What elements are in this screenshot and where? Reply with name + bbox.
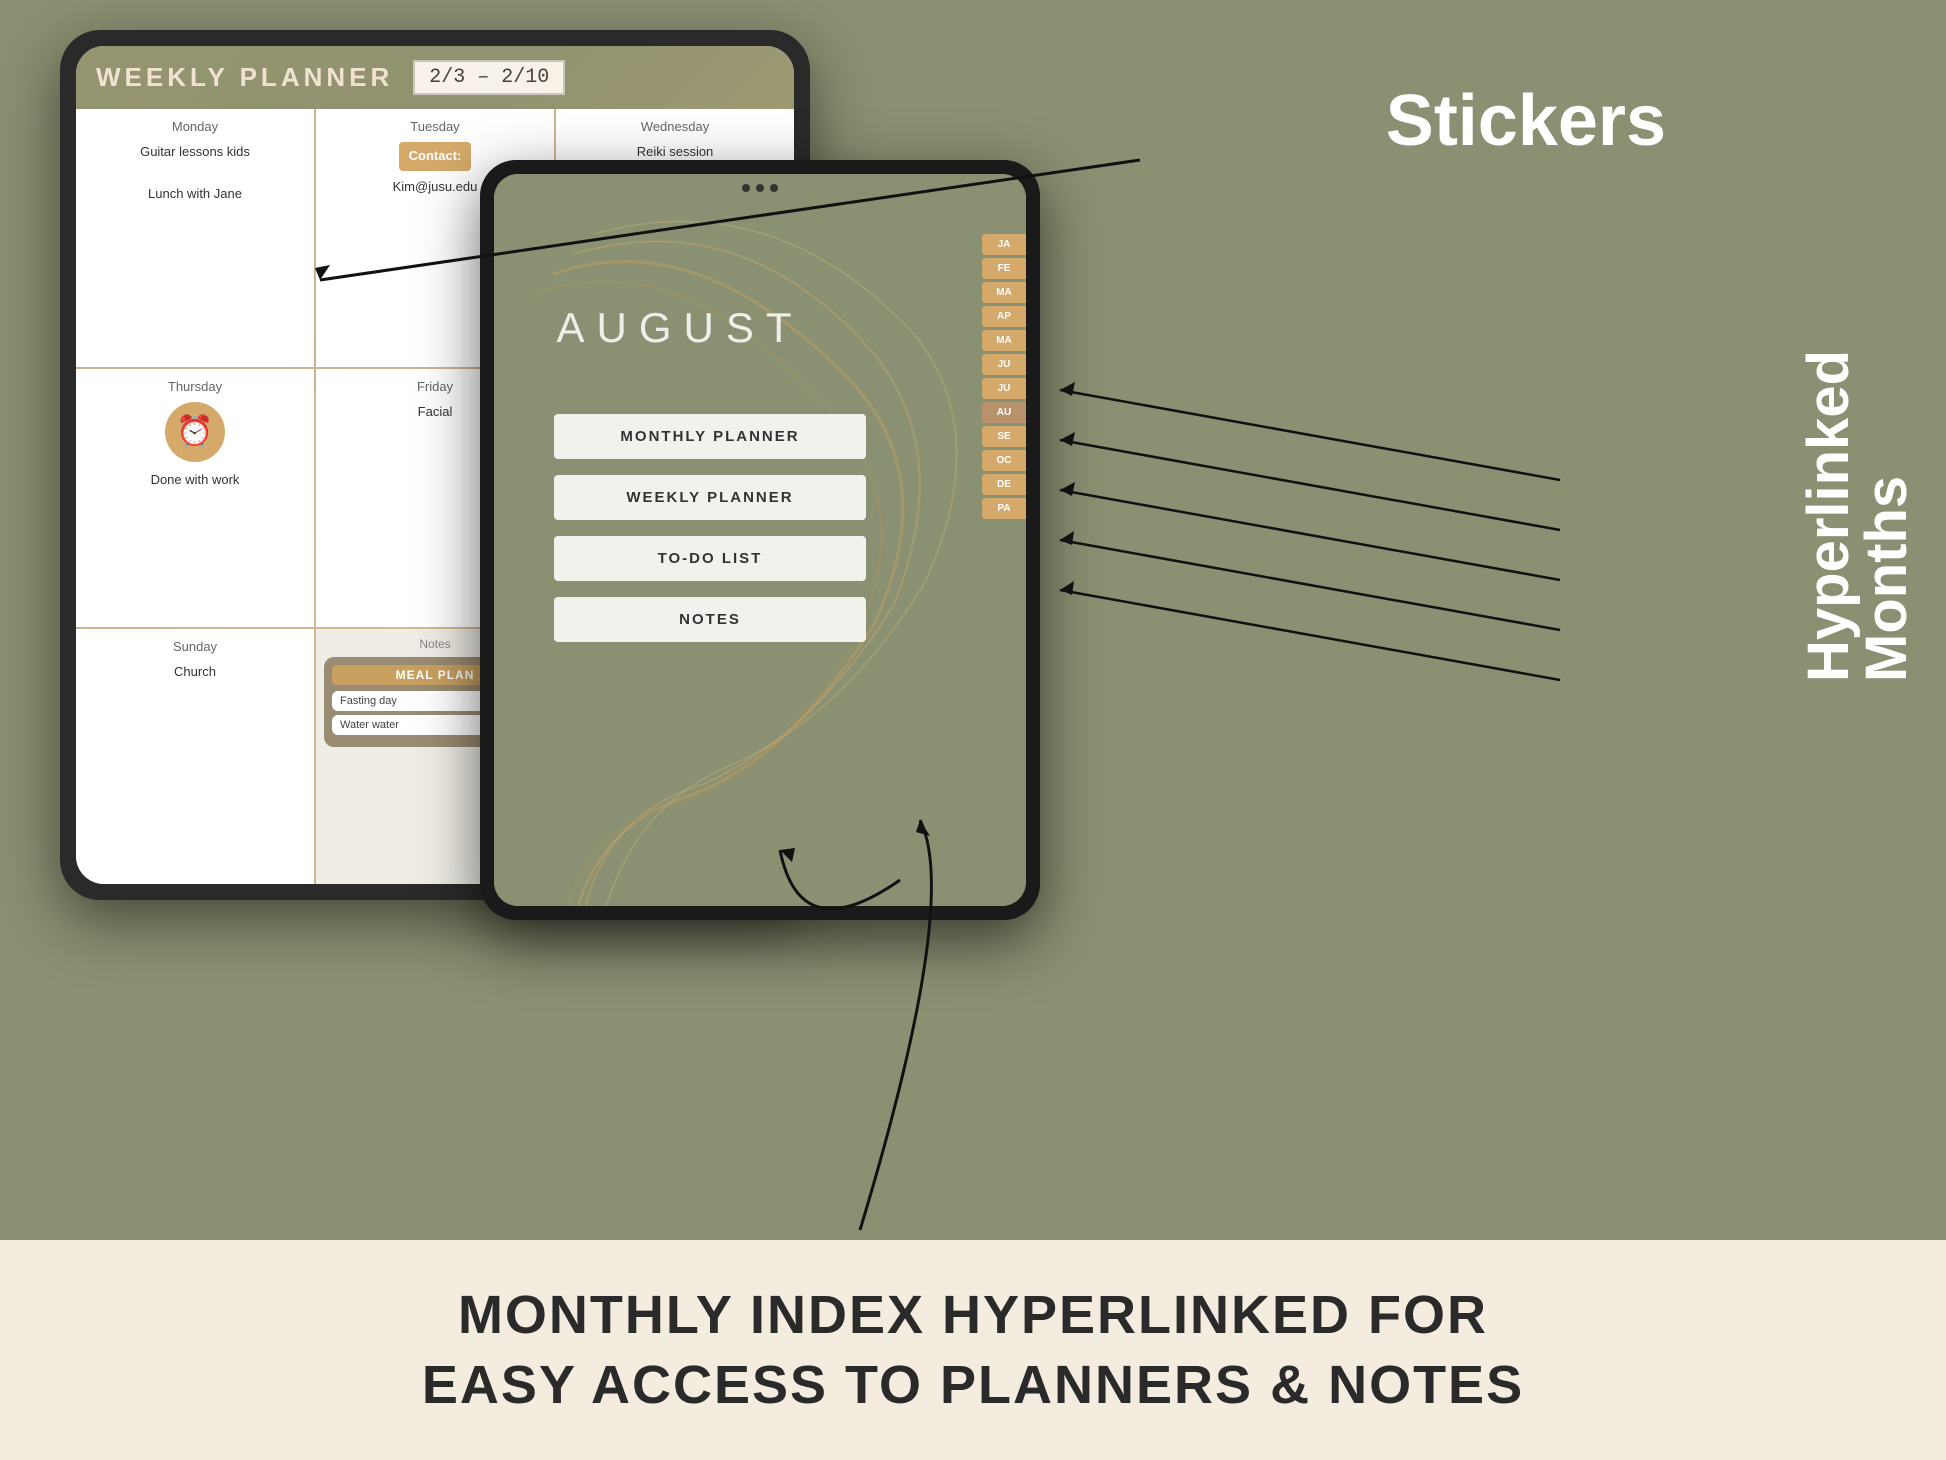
month-tabs: JA FE MA AP MA JU JU AU SE OC DE PA bbox=[982, 234, 1026, 519]
month-tab-jun[interactable]: JU bbox=[982, 354, 1026, 375]
weekly-planner-btn[interactable]: WEEKLY PLANNER bbox=[554, 475, 866, 520]
sunday-cell: Sunday Church bbox=[76, 629, 314, 884]
monthly-planner-btn[interactable]: MONTHLY PLANNER bbox=[554, 414, 866, 459]
camera-dot-3 bbox=[770, 184, 778, 192]
right-tablet: AUGUST MONTHLY PLANNER WEEKLY PLANNER TO… bbox=[480, 160, 1040, 920]
right-tablet-inner: AUGUST MONTHLY PLANNER WEEKLY PLANNER TO… bbox=[494, 174, 1026, 906]
camera-dot-2 bbox=[756, 184, 764, 192]
banner-line2: EASY ACCESS TO PLANNERS & NOTES bbox=[422, 1355, 1524, 1415]
sunday-content: Church bbox=[86, 662, 304, 683]
month-tab-jul[interactable]: JU bbox=[982, 378, 1026, 399]
august-title: AUGUST bbox=[494, 304, 866, 352]
thursday-label: Thursday bbox=[86, 379, 304, 394]
notes-btn[interactable]: NOTES bbox=[554, 597, 866, 642]
wednesday-label: Wednesday bbox=[566, 119, 784, 134]
planner-header: WEEKLY PLANNER 2/3 – 2/10 bbox=[76, 46, 794, 109]
month-tab-aug[interactable]: AU bbox=[982, 402, 1026, 423]
august-menu: MONTHLY PLANNER WEEKLY PLANNER TO-DO LIS… bbox=[554, 414, 866, 642]
month-tab-sep[interactable]: SE bbox=[982, 426, 1026, 447]
month-tab-jan[interactable]: JA bbox=[982, 234, 1026, 255]
month-tab-oct[interactable]: OC bbox=[982, 450, 1026, 471]
planner-title: WEEKLY PLANNER bbox=[96, 62, 393, 93]
thursday-cell: Thursday ⏰ Done with work bbox=[76, 369, 314, 627]
bottom-banner: MONTHLY INDEX HYPERLINKED FOR EASY ACCES… bbox=[0, 1240, 1946, 1460]
month-tab-apr[interactable]: AP bbox=[982, 306, 1026, 327]
hyperlinked-months-label: HyperlinkedMonths bbox=[1800, 350, 1916, 682]
monday-content: Guitar lessons kidsLunch with Jane bbox=[86, 142, 304, 204]
todo-list-btn[interactable]: TO-DO LIST bbox=[554, 536, 866, 581]
contact-sticker: Contact: bbox=[399, 142, 472, 171]
sunday-label: Sunday bbox=[86, 639, 304, 654]
camera-dot-1 bbox=[742, 184, 750, 192]
monday-label: Monday bbox=[86, 119, 304, 134]
august-page: AUGUST MONTHLY PLANNER WEEKLY PLANNER TO… bbox=[494, 174, 1026, 906]
camera-area bbox=[742, 184, 778, 192]
thursday-content: ⏰ Done with work bbox=[86, 402, 304, 491]
monday-cell: Monday Guitar lessons kidsLunch with Jan… bbox=[76, 109, 314, 367]
month-tab-dec[interactable]: DE bbox=[982, 474, 1026, 495]
month-tab-pa[interactable]: PA bbox=[982, 498, 1026, 519]
month-tab-mar[interactable]: MA bbox=[982, 282, 1026, 303]
month-tab-feb[interactable]: FE bbox=[982, 258, 1026, 279]
month-tab-may[interactable]: MA bbox=[982, 330, 1026, 351]
alarm-icon: ⏰ bbox=[165, 402, 225, 462]
tuesday-label: Tuesday bbox=[326, 119, 544, 134]
planner-date: 2/3 – 2/10 bbox=[413, 60, 565, 95]
stickers-label: Stickers bbox=[1386, 80, 1666, 162]
bottom-banner-text: MONTHLY INDEX HYPERLINKED FOR EASY ACCES… bbox=[422, 1280, 1524, 1420]
banner-line1: MONTHLY INDEX HYPERLINKED FOR bbox=[458, 1285, 1488, 1345]
